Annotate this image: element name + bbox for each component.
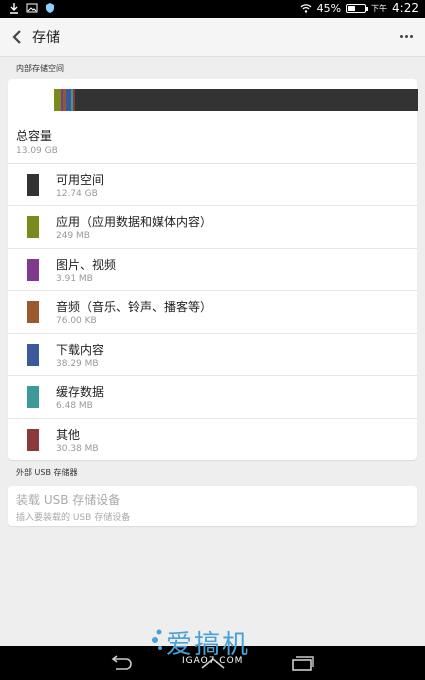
total-capacity-label: 总容量 [16,129,53,143]
apps-swatch [27,216,39,238]
storage-item-value: 3.91 MB [56,274,93,284]
shield-icon [46,3,54,13]
page-title: 存储 [32,30,60,46]
storage-item-value: 12.74 GB [56,189,98,199]
pictures-swatch [27,259,39,281]
storage-item-value: 249 MB [56,231,90,241]
storage-item-label: 其他 [56,428,81,442]
external-storage-header: 外部 USB 存储器 [16,468,78,477]
cache-swatch [27,386,39,408]
internal-storage-header: 内部存储空间 [16,64,64,73]
storage-item-label: 缓存数据 [56,385,105,399]
storage-item-misc[interactable]: 其他 30.38 MB [8,418,417,461]
image-icon [26,3,38,13]
clock: 4:22 [392,1,419,15]
mount-usb-subtitle: 插入要装载的 USB 存储设备 [16,513,131,523]
download-icon [10,3,18,14]
misc-swatch [27,429,39,451]
storage-item-cache[interactable]: 缓存数据 6.48 MB [8,375,417,418]
internal-storage-card: 总容量 13.09 GB 可用空间 12.74 GB 应用（应用数据和媒体内容）… [8,79,418,461]
mount-usb-title: 装载 USB 存储设备 [16,493,121,507]
storage-item-label: 音频（音乐、铃声、播客等） [56,300,213,314]
action-bar: 存储 [0,18,425,57]
nav-back-icon[interactable] [108,654,134,672]
storage-item-audio[interactable]: 音频（音乐、铃声、播客等） 76.00 KB [8,290,417,333]
storage-item-value: 76.00 KB [56,316,97,326]
storage-item-label: 下载内容 [56,343,105,357]
status-bar: 45% 下午 4:22 [0,0,425,18]
total-capacity-value: 13.09 GB [16,146,58,156]
storage-item-value: 6.48 MB [56,401,93,411]
watermark-url: IGAO7.COM [182,656,244,666]
storage-item-downloads[interactable]: 下载内容 38.29 MB [8,333,417,376]
time-period: 下午 [371,3,388,13]
storage-item-available: 可用空间 12.74 GB [8,163,417,206]
usage-segment-available [75,89,418,111]
nav-recent-apps-icon[interactable] [290,654,316,672]
audio-swatch [27,301,39,323]
storage-item-label: 应用（应用数据和媒体内容） [56,215,213,229]
storage-item-label: 图片、视频 [56,258,117,272]
battery-percent: 45% [316,1,342,15]
overflow-menu-icon[interactable] [400,35,413,38]
storage-item-label: 可用空间 [56,173,105,187]
mount-usb-item[interactable]: 装载 USB 存储设备 插入要装载的 USB 存储设备 [8,486,417,526]
storage-item-pictures-videos[interactable]: 图片、视频 3.91 MB [8,248,417,291]
battery-icon [346,3,369,13]
wifi-icon [300,4,312,13]
back-icon[interactable] [10,28,24,46]
watermark-logo: 爱搞机 IGAO7.COM [150,622,290,668]
downloads-swatch [27,344,39,366]
available-swatch [27,174,39,196]
storage-item-apps[interactable]: 应用（应用数据和媒体内容） 249 MB [8,205,417,248]
storage-item-value: 30.38 MB [56,444,99,454]
storage-usage-bar [54,89,418,111]
storage-item-value: 38.29 MB [56,359,99,369]
